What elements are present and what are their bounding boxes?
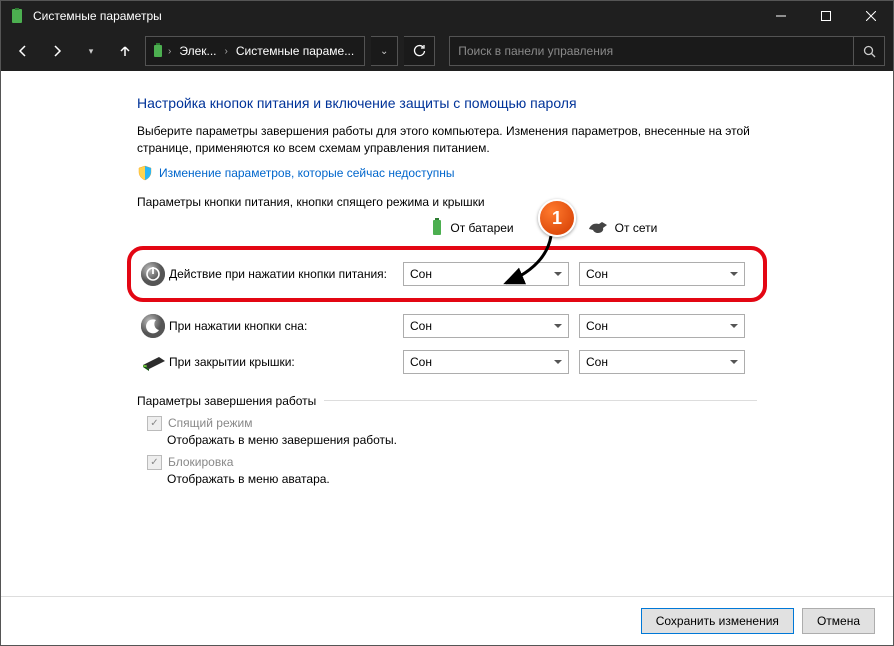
plug-icon [587,220,609,237]
footer: Сохранить изменения Отмена [1,596,893,645]
window: Системные параметры ▾ › Элек... › Систем… [0,0,894,646]
address-bar[interactable]: › Элек... › Системные параме... [145,36,365,66]
moon-icon [137,313,169,339]
sleep-checkbox-label: Спящий режим [168,416,252,430]
search-box[interactable] [449,36,885,66]
shield-icon [137,165,153,181]
power-button-label: Действие при нажатии кнопки питания: [169,267,403,281]
power-options-icon [9,8,25,24]
laptop-icon [137,351,169,373]
window-controls [758,1,893,31]
cancel-button[interactable]: Отмена [802,608,875,634]
lock-checkbox-label: Блокировка [168,455,233,469]
power-icon [137,261,169,287]
chevron-right-icon: › [223,46,230,57]
address-dropdown[interactable]: ⌄ [371,36,398,66]
highlight-box: Действие при нажатии кнопки питания: Сон… [127,246,767,302]
lid-row: При закрытии крышки: Сон Сон [137,344,757,380]
change-unavailable-link[interactable]: Изменение параметров, которые сейчас нед… [159,166,455,180]
section-buttons-title: Параметры кнопки питания, кнопки спящего… [137,195,757,209]
page-description: Выберите параметры завершения работы для… [137,123,757,157]
lid-battery-dropdown[interactable]: Сон [403,350,569,374]
power-button-row: Действие при нажатии кнопки питания: Сон… [137,256,757,292]
section-shutdown-title: Параметры завершения работы [137,394,757,408]
save-button[interactable]: Сохранить изменения [641,608,794,634]
plugged-column-label: От сети [615,221,658,235]
sleep-battery-dropdown[interactable]: Сон [403,314,569,338]
titlebar: Системные параметры [1,1,893,31]
breadcrumb-item[interactable]: Системные параме... [230,44,360,58]
sleep-button-label: При нажатии кнопки сна: [169,319,403,333]
sleep-checkbox: ✓ [147,416,162,431]
power-plugged-dropdown[interactable]: Сон [579,262,745,286]
lid-label: При закрытии крышки: [169,355,403,369]
search-input[interactable] [450,44,853,58]
annotation-badge: 1 [538,199,576,237]
lock-checkbox-sub: Отображать в меню аватара. [167,472,757,486]
window-title: Системные параметры [33,9,758,23]
column-headers: От батареи От сети [137,217,757,240]
battery-icon [430,217,444,240]
battery-icon [150,43,166,59]
breadcrumb-item[interactable]: Элек... [173,44,222,58]
sleep-plugged-dropdown[interactable]: Сон [579,314,745,338]
close-button[interactable] [848,1,893,31]
navbar: ▾ › Элек... › Системные параме... ⌄ [1,31,893,71]
lock-checkbox-row: ✓ Блокировка [147,455,757,470]
annotation-arrow [491,231,561,291]
sleep-checkbox-row: ✓ Спящий режим [147,416,757,431]
lock-checkbox: ✓ [147,455,162,470]
maximize-button[interactable] [803,1,848,31]
forward-button[interactable] [43,37,71,65]
page-title: Настройка кнопок питания и включение защ… [137,95,757,111]
chevron-right-icon: › [166,46,173,57]
minimize-button[interactable] [758,1,803,31]
sleep-button-row: При нажатии кнопки сна: Сон Сон [137,308,757,344]
content-area: Настройка кнопок питания и включение защ… [1,71,893,645]
up-button[interactable] [111,37,139,65]
search-icon[interactable] [853,37,884,65]
sleep-checkbox-sub: Отображать в меню завершения работы. [167,433,757,447]
recent-dropdown[interactable]: ▾ [77,37,105,65]
refresh-button[interactable] [404,36,435,66]
lid-plugged-dropdown[interactable]: Сон [579,350,745,374]
back-button[interactable] [9,37,37,65]
